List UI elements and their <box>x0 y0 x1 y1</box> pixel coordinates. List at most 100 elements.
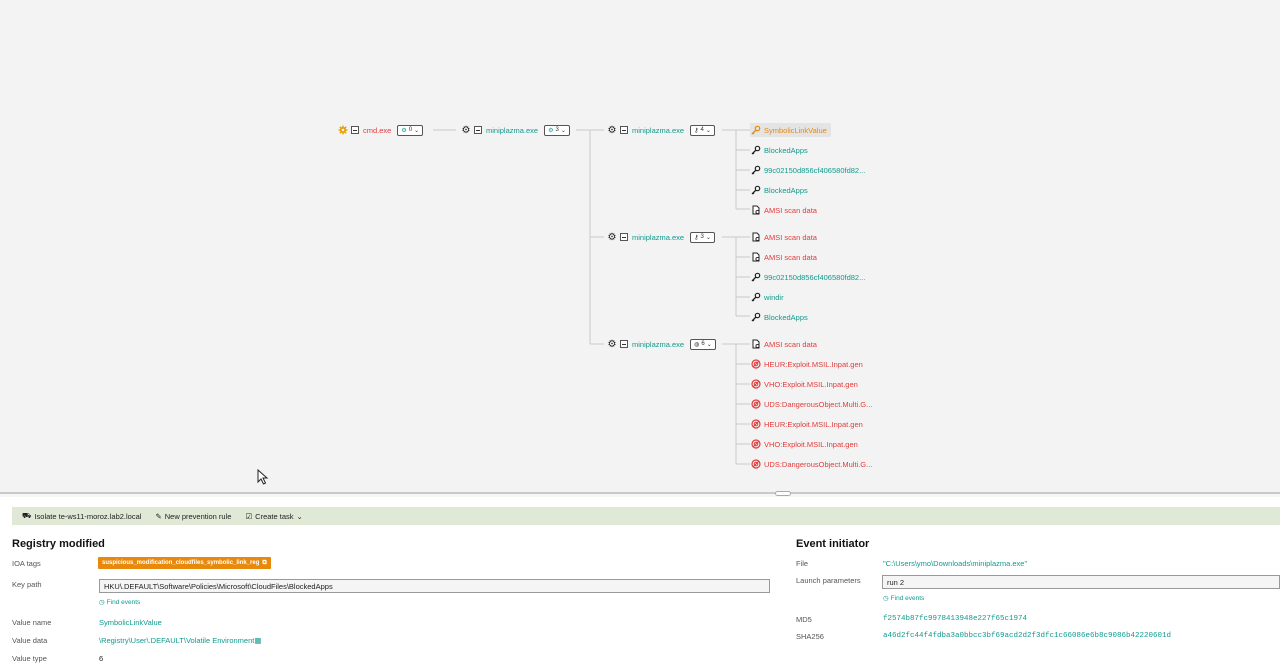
graph-connectors <box>433 129 750 465</box>
key-icon <box>750 272 761 283</box>
event-node[interactable]: AMSI scan data <box>750 250 817 264</box>
ioa-tag[interactable]: suspicious_modification_cloudfiles_symbo… <box>98 557 271 569</box>
initiator-title: Event initiator <box>796 538 870 550</box>
process-node-miniplazma[interactable]: ⚙ miniplazma.exe ⚷ 4 ⌄ <box>607 123 715 137</box>
event-node[interactable]: windir <box>750 290 784 304</box>
child-count-badge[interactable]: ⚷ 3 ⌄ <box>690 231 715 243</box>
child-count-badge[interactable]: ⚙ 3 ⌄ <box>544 124 570 136</box>
chevron-down-icon: ⌄ <box>705 127 711 134</box>
event-node[interactable]: BlockedApps <box>750 310 808 324</box>
new-prevention-rule-button[interactable]: ✎ New prevention rule <box>155 512 231 521</box>
sha256-value[interactable]: a46d2fc44f4fdba3a0bbcc3bf69acd2d2f3dfc1c… <box>883 632 1171 640</box>
md5-value[interactable]: f2574b87fc9978413948e227f65c1974 <box>883 615 1027 623</box>
child-count-badge[interactable]: ◍ 6 ⌄ <box>690 338 716 350</box>
process-node-miniplazma[interactable]: ⚙ miniplazma.exe ◍ 6 ⌄ <box>607 337 716 351</box>
event-node[interactable]: BlockedApps <box>750 143 808 157</box>
amsi-doc-icon <box>750 252 761 263</box>
key-icon <box>750 125 761 136</box>
event-node[interactable]: UDS:DangerousObject.Multi.G... <box>750 397 872 411</box>
key-icon <box>750 292 761 303</box>
event-label: UDS:DangerousObject.Multi.G... <box>764 399 873 409</box>
process-node-miniplazma[interactable]: ⚙ miniplazma.exe ⚷ 3 ⌄ <box>607 230 715 244</box>
event-label: HEUR:Exploit.MSIL.Inpat.gen <box>764 359 863 369</box>
child-count-badge[interactable]: ⚙ 0 ⌄ <box>397 124 424 136</box>
collapse-icon[interactable] <box>620 340 628 348</box>
key-icon <box>750 145 761 156</box>
gear-icon: ⚙ <box>607 338 617 350</box>
event-label: AMSI scan data <box>764 252 817 262</box>
value-name-label: Value name <box>12 618 52 627</box>
key-icon: ⚷ <box>694 127 699 134</box>
isolate-icon: ⛟ <box>22 511 32 520</box>
event-label: HEUR:Exploit.MSIL.Inpat.gen <box>764 419 863 429</box>
event-node[interactable]: VHO:Exploit.MSIL.Inpat.gen <box>750 377 858 391</box>
create-task-button[interactable]: ☑ Create task ⌄ <box>245 512 302 521</box>
process-node-miniplazma[interactable]: ⚙ miniplazma.exe ⚙ 3 ⌄ <box>461 123 570 137</box>
find-events-link[interactable]: ◷ Find events <box>99 598 140 607</box>
event-node[interactable]: AMSI scan data <box>750 230 817 244</box>
find-icon: ◷ <box>883 595 889 602</box>
event-node[interactable]: HEUR:Exploit.MSIL.Inpat.gen <box>750 417 863 431</box>
event-label: VHO:Exploit.MSIL.Inpat.gen <box>764 379 858 389</box>
action-toolbar: ⛟ Isolate te-ws11-moroz.lab2.local ✎ New p… <box>12 507 1280 525</box>
key-icon <box>750 312 761 323</box>
find-events-link[interactable]: ◷ Find events <box>883 594 924 603</box>
key-path-field[interactable]: HKU\.DEFAULT\Software\Policies\Microsoft… <box>99 579 770 593</box>
event-node[interactable]: 99c02150d856cf406580fd82... <box>750 270 865 284</box>
chevron-down-icon: ⌄ <box>560 127 566 134</box>
value-data-label: Value data <box>12 636 48 645</box>
key-icon <box>750 165 761 176</box>
event-label: AMSI scan data <box>764 205 817 215</box>
event-node[interactable]: AMSI scan data <box>750 337 817 351</box>
edit-icon: ✎ <box>155 511 162 521</box>
event-node[interactable]: VHO:Exploit.MSIL.Inpat.gen <box>750 437 858 451</box>
initiator-file[interactable]: "C:\Users\ymo\Downloads\miniplazma.exe" <box>883 559 1027 568</box>
key-icon: ⚷ <box>694 234 699 241</box>
event-label: SymbolicLinkValue <box>764 125 827 135</box>
process-label: miniplazma.exe <box>486 125 539 135</box>
collapse-icon[interactable] <box>620 126 628 134</box>
event-label: 99c02150d856cf406580fd82... <box>764 272 866 282</box>
process-graph[interactable]: cmd.exe ⚙ 0 ⌄ ⚙ miniplazma.exe ⚙ 3 ⌄ ⚙ minip… <box>0 0 1280 492</box>
gear-icon: ⚙ <box>607 124 617 136</box>
chevron-down-icon: ⌄ <box>414 127 420 134</box>
process-label: cmd.exe <box>363 125 392 135</box>
value-type: 6 <box>99 654 104 663</box>
gear-icon: ⚙ <box>401 127 407 134</box>
event-node[interactable]: SymbolicLinkValue <box>750 123 831 137</box>
event-title: Registry modified <box>12 538 105 550</box>
threat-icon <box>750 419 761 430</box>
value-type-label: Value type <box>12 654 47 663</box>
event-label: BlockedApps <box>764 145 808 155</box>
key-icon <box>750 185 761 196</box>
collapse-icon[interactable] <box>620 233 628 241</box>
globe-icon: ◍ <box>694 341 700 348</box>
mouse-cursor-icon <box>257 469 269 485</box>
value-data[interactable]: \Registry\User\.DEFAULT\Volatile Environ… <box>99 636 261 645</box>
external-link-icon: ⧉ <box>262 559 267 566</box>
event-node[interactable]: AMSI scan data <box>750 203 817 217</box>
collapse-icon[interactable] <box>351 126 359 134</box>
isolate-button[interactable]: ⛟ Isolate te-ws11-moroz.lab2.local <box>22 511 141 521</box>
resize-grip[interactable] <box>775 491 791 496</box>
launch-parameters-field[interactable]: run 2 <box>882 575 1280 589</box>
process-node-cmd[interactable]: cmd.exe ⚙ 0 ⌄ <box>338 123 424 137</box>
event-node[interactable]: UDS:DangerousObject.Multi.G... <box>750 457 872 471</box>
details-panel: ⛟ Isolate te-ws11-moroz.lab2.local ✎ New p… <box>0 497 1280 667</box>
copy-icon[interactable]: ▦ <box>254 636 261 645</box>
threat-icon <box>750 399 761 410</box>
file-label: File <box>796 559 809 568</box>
child-count-badge[interactable]: ⚷ 4 ⌄ <box>690 124 715 136</box>
amsi-doc-icon <box>750 232 761 243</box>
event-node[interactable]: BlockedApps <box>750 183 808 197</box>
collapse-icon[interactable] <box>474 126 482 134</box>
event-label: AMSI scan data <box>764 232 817 242</box>
event-label: VHO:Exploit.MSIL.Inpat.gen <box>764 439 858 449</box>
event-node[interactable]: 99c02150d856cf406580fd82... <box>750 163 865 177</box>
value-name[interactable]: SymbolicLinkValue <box>99 618 162 627</box>
threat-icon <box>750 439 761 450</box>
key-path-label: Key path <box>12 580 42 589</box>
checkbox-icon: ☑ <box>245 511 253 521</box>
event-label: UDS:DangerousObject.Multi.G... <box>764 459 873 469</box>
event-node[interactable]: HEUR:Exploit.MSIL.Inpat.gen <box>750 357 863 371</box>
